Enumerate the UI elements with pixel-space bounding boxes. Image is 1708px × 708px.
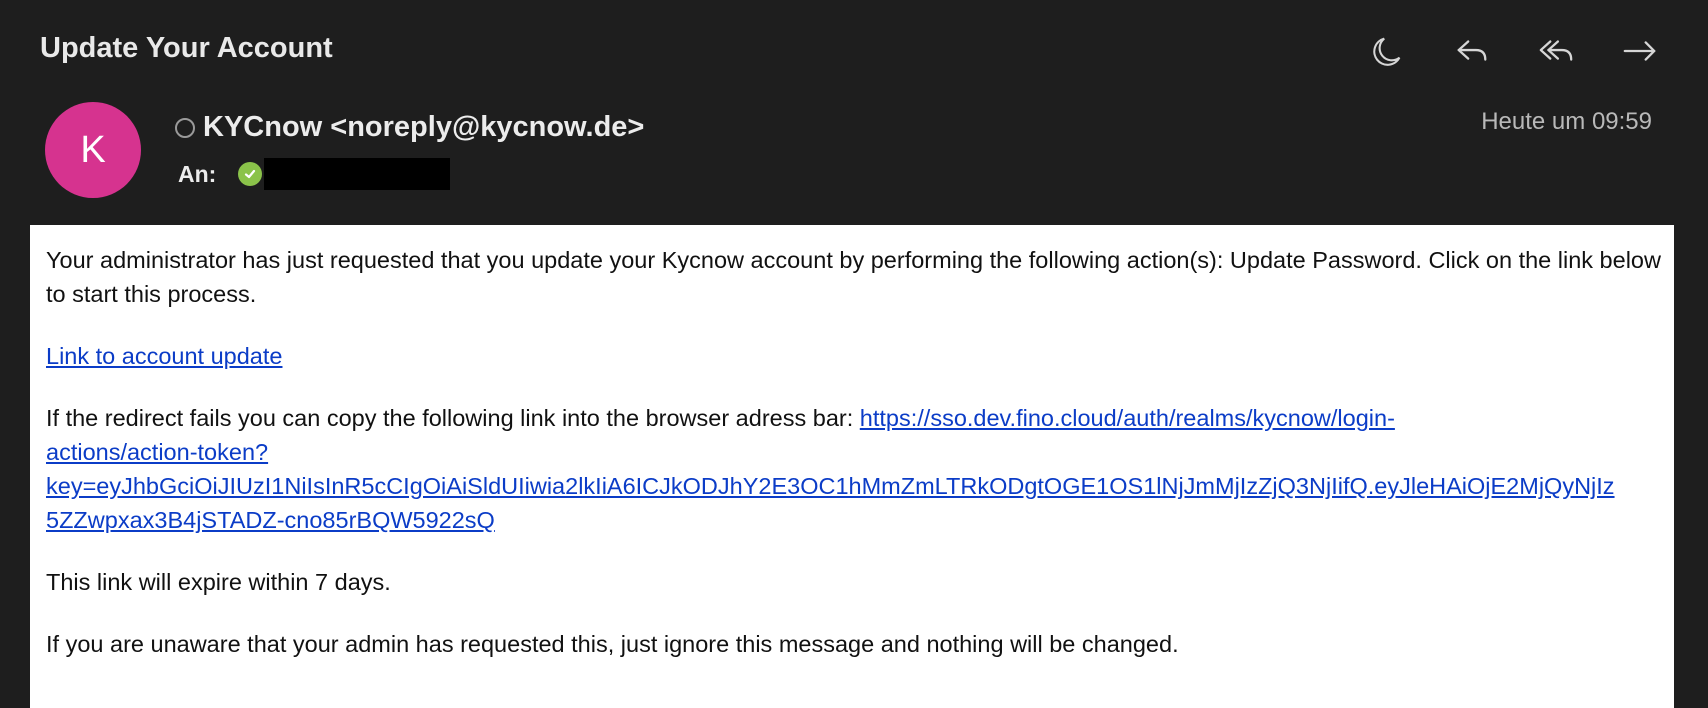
url-line-2: actions/action-token? <box>46 439 269 465</box>
unread-status-icon[interactable] <box>175 117 195 138</box>
reply-all-icon[interactable] <box>1532 28 1580 74</box>
verified-check-icon <box>238 162 262 186</box>
email-body: Your administrator has just requested th… <box>30 225 1674 708</box>
sender-address[interactable]: KYCnow <noreply@kycnow.de> <box>203 111 644 144</box>
sender-row: KYCnow <noreply@kycnow.de> <box>175 111 644 144</box>
recipient-row: An: <box>178 158 450 190</box>
email-subject: Update Your Account <box>40 32 333 64</box>
body-link-paragraph: Link to account update <box>46 339 1674 373</box>
email-timestamp: Heute um 09:59 <box>1481 108 1652 135</box>
sender-avatar: K <box>45 102 141 198</box>
mail-window: Update Your Account K KYCnow <noreply@ky… <box>0 0 1708 708</box>
moon-icon[interactable] <box>1364 28 1412 74</box>
body-ignore-paragraph: If you are unaware that your admin has r… <box>46 631 1179 657</box>
body-intro-paragraph: Your administrator has just requested th… <box>46 247 1661 307</box>
body-redirect-paragraph: If the redirect fails you can copy the f… <box>46 401 1674 537</box>
url-line-4: 5ZZwpxax3B4jSTADZ-cno85rBQW5922sQ <box>46 507 495 533</box>
account-update-link[interactable]: Link to account update <box>46 343 282 369</box>
redacted-recipient <box>264 158 450 190</box>
recipient-label: An: <box>178 160 217 187</box>
body-expiry-paragraph: This link will expire within 7 days. <box>46 569 391 595</box>
url-line-3: key=eyJhbGciOiJIUzI1NiIsInR5cCIgOiAiSldU… <box>46 473 1615 499</box>
redirect-instructions: If the redirect fails you can copy the f… <box>46 405 860 431</box>
forward-icon[interactable] <box>1616 28 1664 74</box>
url-line-1: https://sso.dev.fino.cloud/auth/realms/k… <box>859 405 1395 431</box>
reply-icon[interactable] <box>1448 28 1496 74</box>
message-toolbar <box>1364 28 1664 74</box>
